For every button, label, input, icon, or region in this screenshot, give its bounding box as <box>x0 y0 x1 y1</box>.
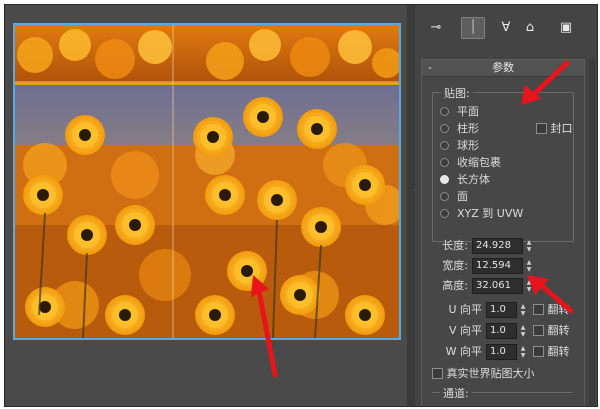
radio-icon[interactable] <box>440 191 449 201</box>
v-tile-row: V 向平 1.0 ▲ ▼ 翻转 <box>440 323 570 339</box>
checkbox-icon[interactable] <box>432 367 443 379</box>
cap-checkbox[interactable]: 封口 <box>536 121 573 137</box>
u-tile-spinner-icon[interactable]: ▲ ▼ <box>519 303 527 317</box>
length-row: 长度: 24.928 ▲ ▼ <box>440 238 533 254</box>
w-tile-spinner-icon[interactable]: ▲ ▼ <box>519 345 527 359</box>
width-input[interactable]: 12.594 <box>472 258 523 274</box>
v-tile-input[interactable]: 1.0 <box>486 323 517 339</box>
mapping-option-cylindrical[interactable]: 柱形 <box>440 121 479 137</box>
remove-modifier-icon[interactable]: ⌂ <box>519 17 541 39</box>
channel-label: 通道: <box>440 385 472 401</box>
mapping-option-spherical[interactable]: 球形 <box>440 138 479 154</box>
viewport[interactable] <box>5 5 407 406</box>
width-row: 宽度: 12.594 ▲ ▼ <box>440 258 533 274</box>
radio-icon[interactable] <box>440 140 449 150</box>
height-row: 高度: 32.061 ▲ ▼ <box>440 278 533 294</box>
checkbox-icon[interactable] <box>536 122 547 134</box>
app-window: ↔ ⊸ ⏐ ∀ ⌂ ▣ - 参数 贴图: 平面 柱形 封口 <box>4 4 598 407</box>
u-tile-label: U 向平 <box>448 303 482 316</box>
radio-icon[interactable] <box>440 123 449 133</box>
channel-group: 通道: <box>432 385 572 406</box>
length-label: 长度: <box>442 239 468 252</box>
height-label: 高度: <box>442 279 468 292</box>
width-label: 宽度: <box>442 259 468 272</box>
flower-texture-image <box>15 25 399 338</box>
configure-sets-icon[interactable]: ▣ <box>555 17 577 39</box>
height-input[interactable]: 32.061 <box>472 278 523 294</box>
v-tile-spinner-icon[interactable]: ▲ ▼ <box>519 324 527 338</box>
mapping-option-planar[interactable]: 平面 <box>440 104 479 120</box>
parameters-rollout: - 参数 贴图: 平面 柱形 封口 球形 收缩包裹 长方体 面 XYZ 到 UV… <box>421 59 585 406</box>
pin-stack-icon[interactable]: ⊸ <box>425 17 447 39</box>
mapping-option-xyz-to-uvw[interactable]: XYZ 到 UVW <box>440 206 523 222</box>
mapping-option-shrink-wrap[interactable]: 收缩包裹 <box>440 155 501 171</box>
real-world-label: 真实世界贴图大小 <box>446 367 535 380</box>
mapping-option-face[interactable]: 面 <box>440 189 468 205</box>
viewport-panel-divider[interactable] <box>407 5 415 406</box>
length-input[interactable]: 24.928 <box>472 238 523 254</box>
mapping-option-box[interactable]: 长方体 <box>440 172 490 188</box>
textured-box-object[interactable] <box>13 23 401 340</box>
u-flip-checkbox[interactable] <box>533 303 544 315</box>
w-tile-row: W 向平 1.0 ▲ ▼ 翻转 <box>440 344 570 360</box>
v-tile-label: V 向平 <box>448 324 482 337</box>
w-tile-label: W 向平 <box>445 345 482 358</box>
u-flip-label: 翻转 <box>547 303 570 316</box>
w-tile-input[interactable]: 1.0 <box>486 344 517 360</box>
height-spinner-icon[interactable]: ▲ ▼ <box>525 279 533 293</box>
real-world-map-size-checkbox[interactable]: 真实世界贴图大小 <box>432 366 535 382</box>
v-flip-checkbox[interactable] <box>533 324 544 336</box>
u-tile-input[interactable]: 1.0 <box>486 302 517 318</box>
v-flip-label: 翻转 <box>547 324 570 337</box>
make-unique-icon[interactable]: ∀ <box>495 17 517 39</box>
w-flip-label: 翻转 <box>547 345 570 358</box>
rollout-header[interactable]: - 参数 <box>422 60 584 77</box>
rollout-title: 参数 <box>492 61 514 74</box>
width-spinner-icon[interactable]: ▲ ▼ <box>525 259 533 273</box>
radio-icon[interactable] <box>440 106 449 116</box>
show-end-result-icon[interactable]: ⏐ <box>461 17 485 39</box>
radio-icon[interactable] <box>440 208 449 218</box>
modifier-stack-toolbar: ⊸ ⏐ ∀ ⌂ ▣ <box>419 17 589 41</box>
length-spinner-icon[interactable]: ▲ ▼ <box>525 239 533 253</box>
modifier-panel: ⊸ ⏐ ∀ ⌂ ▣ - 参数 贴图: 平面 柱形 封口 球形 收缩包裹 长方体 … <box>415 5 597 406</box>
w-flip-checkbox[interactable] <box>533 345 544 357</box>
radio-selected-icon[interactable] <box>440 174 449 184</box>
mapping-group-label: 贴图: <box>441 85 473 101</box>
u-tile-row: U 向平 1.0 ▲ ▼ 翻转 <box>440 302 570 318</box>
panel-scrollbar[interactable] <box>589 59 595 406</box>
radio-icon[interactable] <box>440 157 449 167</box>
